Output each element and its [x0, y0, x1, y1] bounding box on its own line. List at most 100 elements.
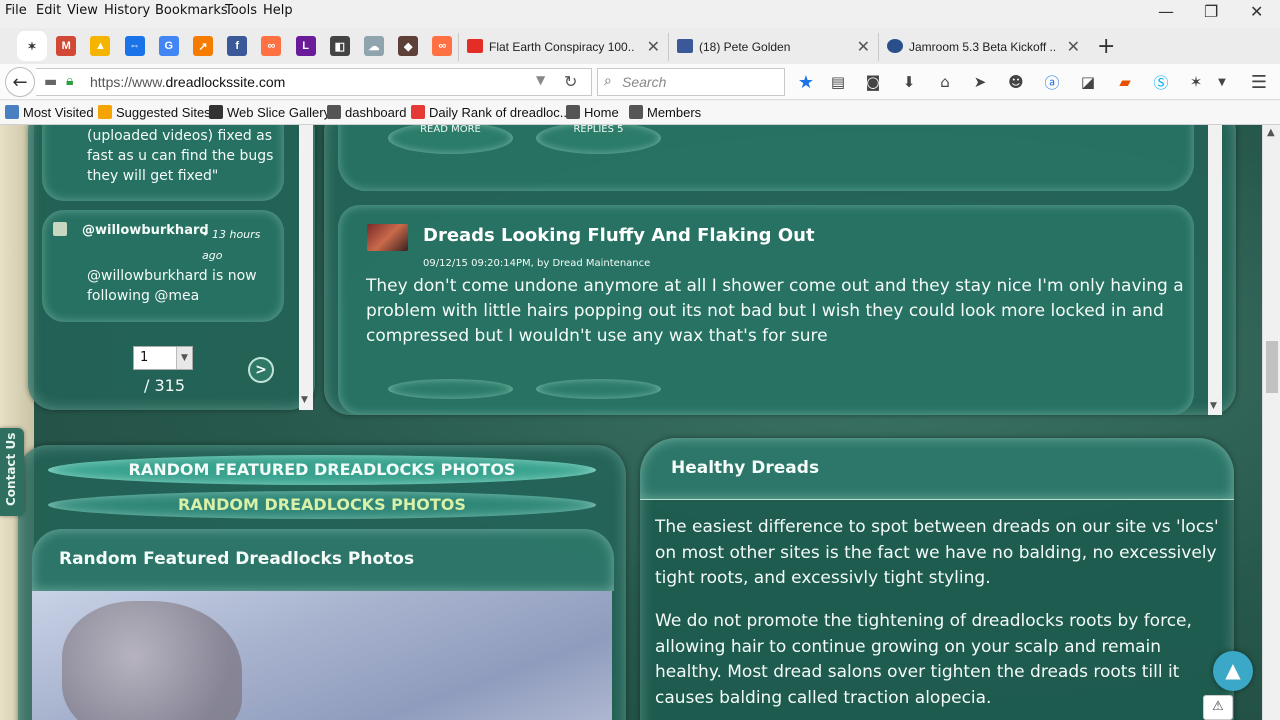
page-select[interactable]: 1 ▼	[133, 346, 193, 370]
chat-icon[interactable]: ☻	[1007, 73, 1025, 91]
letter-l-icon[interactable]: L	[295, 36, 316, 56]
tab-random-featured-photos[interactable]: RANDOM FEATURED DREADLOCKS PHOTOS	[48, 455, 596, 485]
skype-icon[interactable]: Ⓢ	[1152, 73, 1170, 92]
feed-message-user[interactable]: @willowburkhard	[87, 268, 208, 284]
scroll-to-top-button[interactable]: ▲	[1213, 651, 1253, 691]
bookmark-label: Daily Rank of dreadloc...	[429, 105, 571, 120]
dreadlocks-addon-icon[interactable]: ✶	[1187, 73, 1205, 91]
scroll-up-icon[interactable]: ▲	[1267, 127, 1275, 138]
menu-view[interactable]: View	[67, 3, 98, 18]
tab-flat-earth[interactable]: Flat Earth Conspiracy 100... ✕	[458, 33, 664, 61]
page-scrollbar[interactable]: ▲	[1262, 125, 1280, 720]
url-bar[interactable]: ▬ 🔒︎ https://www.dreadlockssite.com ▼ ↻	[36, 68, 592, 96]
bookmark-label: dashboard	[345, 105, 407, 120]
replies-button[interactable]: REPLIES 5	[536, 125, 661, 154]
close-icon[interactable]: ✕	[647, 37, 660, 57]
tab-strip: ✶ M ▲ ⇔ G ↗ f ∞ L ◧ ☁ ◆ ∞ Flat Earth Conspiracy 100.…	[0, 28, 1280, 64]
amazon-icon[interactable]: ⓐ	[1043, 73, 1061, 92]
menu-help[interactable]: Help	[263, 3, 293, 18]
bookmark-manager-icon[interactable]: ◪	[1079, 73, 1097, 91]
search-bar[interactable]: ⌕ Search	[597, 68, 785, 96]
link-icon[interactable]: ∞	[261, 36, 282, 56]
read-more-button[interactable]: READ MORE	[388, 125, 513, 154]
arrow-up-icon: ▲	[1225, 658, 1241, 682]
url-domain: dreadlockssite.com	[165, 74, 286, 90]
download-icon[interactable]: ⬇	[900, 73, 918, 91]
extension-icon[interactable]: ▰	[1116, 73, 1134, 91]
bookmark-web-slice-gallery[interactable]: Web Slice Gallery	[209, 105, 330, 120]
healthy-heading-bar: Healthy Dreads	[640, 438, 1234, 500]
avatar[interactable]	[53, 222, 67, 236]
close-window-button[interactable]: ✕	[1250, 2, 1263, 21]
back-button[interactable]: ←	[5, 67, 35, 97]
reload-icon[interactable]: ↻	[564, 72, 577, 91]
page-total: / 315	[144, 376, 186, 395]
hamburger-menu-icon[interactable]: ☰	[1250, 72, 1268, 93]
bookmark-label: Members	[647, 105, 702, 120]
feed-item: (uploaded videos) fixed as fast as u can…	[42, 125, 284, 201]
bookmark-daily-rank[interactable]: Daily Rank of dreadloc...	[411, 105, 571, 120]
menu-file[interactable]: File	[5, 3, 27, 18]
bookmark-members[interactable]: Members	[629, 105, 701, 120]
cloud-icon[interactable]: ☁	[364, 36, 384, 56]
page-info-icon[interactable]: ▬	[44, 74, 57, 90]
bookmark-label: Web Slice Gallery	[227, 105, 331, 120]
game-icon[interactable]: ◆	[398, 36, 419, 56]
next-page-button[interactable]: >	[248, 357, 274, 383]
menu-edit[interactable]: Edit	[36, 3, 61, 18]
tab-jamroom[interactable]: Jamroom 5.3 Beta Kickoff ... ✕	[878, 33, 1084, 61]
menu-bar: File Edit View History Bookmarks Tools H…	[0, 0, 1280, 22]
tab-pete-golden[interactable]: (18) Pete Golden ✕	[668, 33, 874, 61]
post-author[interactable]: Dread Maintenance	[552, 258, 650, 269]
scroll-thumb[interactable]	[1266, 341, 1278, 393]
send-icon[interactable]: ➤	[971, 73, 989, 91]
google-icon[interactable]: G	[158, 36, 179, 56]
replies-button[interactable]	[536, 379, 661, 399]
restore-button[interactable]: ❐	[1204, 2, 1218, 21]
read-more-button[interactable]	[388, 379, 513, 399]
forum-post: Dreads Looking Fluffy And Flaking Out 09…	[338, 205, 1194, 415]
overflow-chevron-icon[interactable]: ▼	[1213, 73, 1231, 91]
tab-random-photos[interactable]: RANDOM DREADLOCKS PHOTOS	[48, 491, 596, 519]
scroll-down-icon[interactable]: ▼	[301, 395, 308, 405]
menu-tools[interactable]: Tools	[225, 3, 257, 18]
scroll-down-icon[interactable]: ▼	[1210, 401, 1217, 411]
new-tab-button[interactable]: +	[1097, 34, 1115, 59]
post-thumbnail[interactable]	[367, 224, 408, 251]
home-icon[interactable]: ⌂	[936, 73, 954, 91]
bookmark-home[interactable]: Home	[566, 105, 619, 120]
link2-icon[interactable]: ∞	[432, 36, 453, 56]
post-title[interactable]: Dreads Looking Fluffy And Flaking Out	[423, 225, 815, 246]
bookmark-most-visited[interactable]: Most Visited	[5, 105, 94, 120]
bookmark-suggested-sites[interactable]: Suggested Sites	[98, 105, 211, 120]
close-icon[interactable]: ✕	[1067, 37, 1080, 57]
feed-scrollbar[interactable]: ▼	[299, 125, 313, 410]
analytics-icon[interactable]: ↗	[193, 36, 213, 56]
dropdown-icon[interactable]: ▼	[536, 73, 545, 87]
warning-icon[interactable]: ⚠	[1203, 695, 1233, 720]
lock-icon: 🔒︎	[66, 73, 74, 89]
menu-history[interactable]: History	[104, 3, 150, 18]
close-icon[interactable]: ✕	[857, 37, 870, 57]
pocket-icon[interactable]: ◙	[864, 73, 882, 91]
healthy-paragraph-1: The easiest difference to spot between d…	[655, 517, 1219, 588]
suggested-sites-icon	[98, 105, 112, 119]
dreadlocks-icon[interactable]: ✶	[22, 36, 42, 56]
photo-subject	[62, 601, 242, 720]
photo-icon[interactable]: ◧	[329, 36, 350, 56]
minimize-button[interactable]: —	[1158, 2, 1174, 21]
menu-bookmarks[interactable]: Bookmarks	[155, 3, 228, 18]
bookmark-dashboard[interactable]: dashboard	[327, 105, 406, 120]
feed-user-link[interactable]: @willowburkhard	[82, 223, 209, 238]
star-icon[interactable]: ★	[797, 72, 815, 93]
teamviewer-icon[interactable]: ⇔	[124, 36, 145, 56]
reading-list-icon[interactable]: ▤	[829, 73, 847, 91]
featured-photo[interactable]	[32, 591, 612, 720]
contact-us-tab[interactable]: Contact Us	[0, 428, 24, 516]
gmail-icon[interactable]: M	[56, 36, 77, 56]
facebook-icon[interactable]: f	[227, 36, 248, 56]
posts-scrollbar[interactable]: ▼	[1208, 125, 1222, 415]
feed-message-target[interactable]: @mea	[154, 288, 199, 304]
drive-icon[interactable]: ▲	[90, 36, 111, 56]
tab-title: Jamroom 5.3 Beta Kickoff ...	[909, 40, 1055, 54]
